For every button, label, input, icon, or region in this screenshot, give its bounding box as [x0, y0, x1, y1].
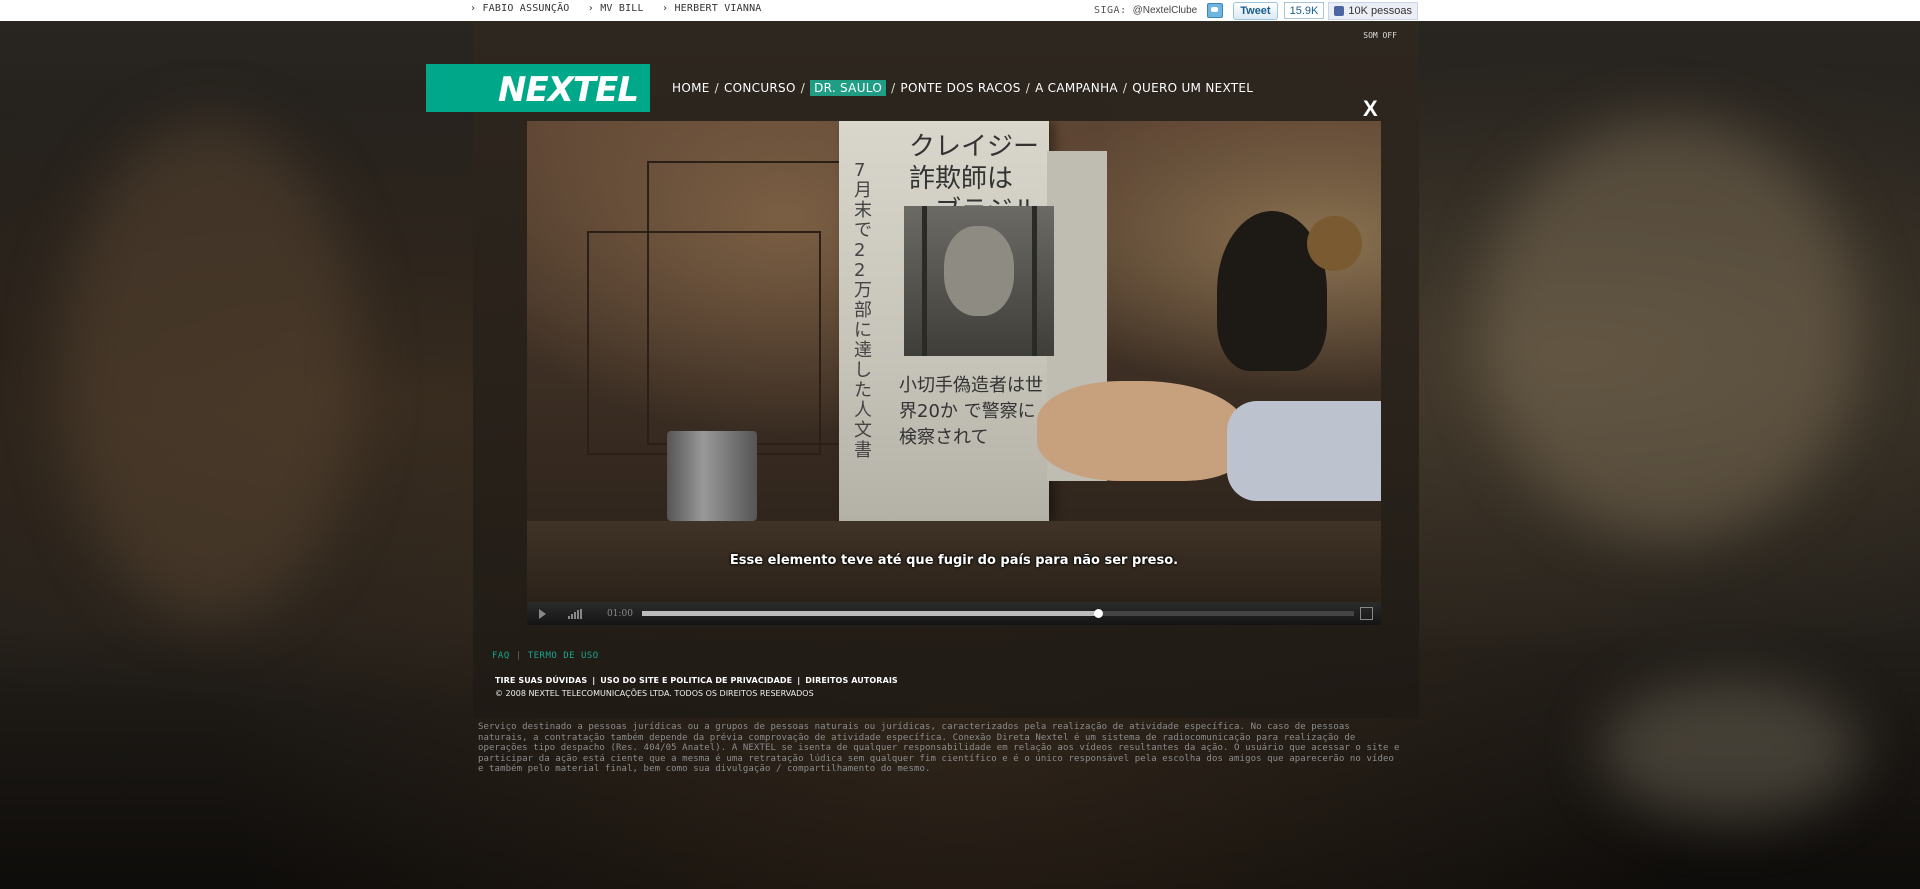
siga-label: SIGA:	[1094, 5, 1127, 16]
jail-bar	[1032, 206, 1037, 356]
tweet-count: 15.9K	[1283, 2, 1325, 19]
footer-link-duvidas[interactable]: TIRE SUAS DÚVIDAS	[495, 676, 587, 685]
progress-fill	[642, 611, 1098, 616]
nav-separator: /	[1122, 81, 1128, 95]
newspaper: クレイジー詐欺師は 、ブラジル人です。 7月末で22万部に達した人文書 小切手偽…	[839, 121, 1107, 521]
video-player[interactable]: クレイジー詐欺師は 、ブラジル人です。 7月末で22万部に達した人文書 小切手偽…	[527, 121, 1381, 602]
hand	[1037, 381, 1247, 481]
nav-a-campanha[interactable]: A CAMPANHA	[1035, 81, 1118, 95]
headline-line: クレイジー詐欺師は	[909, 132, 1040, 194]
newspaper-photo	[904, 206, 1054, 356]
progress-handle[interactable]	[1093, 609, 1103, 618]
monkey-face	[1307, 216, 1362, 271]
celebrity-links: › FABIO ASSUNÇÃO › MV BILL › HERBERT VIA…	[470, 3, 774, 14]
silver-cup	[667, 431, 757, 521]
link-herbert[interactable]: › HERBERT VIANNA	[662, 3, 762, 14]
footer-faq-links: FAQ | TERMO DE USO	[492, 651, 599, 661]
nav-dr-saulo[interactable]: DR. SAULO	[810, 80, 887, 96]
newspaper-vertical-text: 7月末で22万部に達した人文書	[854, 160, 872, 461]
video-subtitle: Esse elemento teve até que fugir do país…	[729, 553, 1179, 568]
link-fabio[interactable]: › FABIO ASSUNÇÃO	[470, 3, 570, 14]
facebook-like-button[interactable]: 10K pessoas	[1328, 1, 1418, 20]
footer-link-privacidade[interactable]: USO DO SITE E POLITICA DE PRIVACIDADE	[600, 676, 792, 685]
video-time: 01:00	[607, 608, 633, 619]
faq-link[interactable]: FAQ	[492, 651, 510, 661]
jail-bar	[922, 206, 927, 356]
nav-separator: /	[891, 81, 896, 95]
volume-icon[interactable]	[568, 608, 583, 619]
link-mv-bill[interactable]: › MV BILL	[588, 3, 644, 14]
shelf-frame	[587, 231, 821, 455]
nav-concurso[interactable]: CONCURSO	[724, 81, 796, 95]
legal-disclaimer: Serviço destinado a pessoas jurídicas ou…	[478, 722, 1400, 774]
nav-ponte-dos-racos[interactable]: PONTE DOS RACOS	[900, 81, 1020, 95]
background-blur	[1480, 120, 1860, 540]
thumbs-up-icon	[1334, 5, 1345, 16]
top-bar: › FABIO ASSUNÇÃO › MV BILL › HERBERT VIA…	[0, 0, 1920, 21]
close-video-button[interactable]: X	[1363, 98, 1378, 120]
nav-quero-um-nextel[interactable]: QUERO UM NEXTEL	[1132, 81, 1253, 95]
video-controls: 01:00	[527, 602, 1381, 625]
newspaper-caption: 小切手偽造者は世界20か で警察に検察されて	[899, 375, 1043, 448]
twitter-icon[interactable]	[1207, 3, 1224, 18]
footer-link-direitos[interactable]: DIREITOS AUTORAIS	[805, 676, 898, 685]
progress-bar[interactable]	[642, 609, 1354, 618]
twitter-handle-link[interactable]: @NextelClube	[1133, 5, 1198, 16]
logo-text: NEXTEL	[498, 70, 639, 110]
main-nav: HOME / CONCURSO / DR. SAULO / PONTE DOS …	[672, 80, 1253, 96]
tweet-button[interactable]: Tweet	[1233, 1, 1278, 20]
copyright: © 2008 NEXTEL TELECOMUNICAÇÕES LTDA. TOD…	[495, 689, 814, 698]
background-blur	[60, 120, 360, 620]
social-bar: SIGA: @NextelClube Tweet 15.9K 10K pesso…	[1094, 1, 1418, 20]
sound-toggle[interactable]: SOM OFF	[1363, 31, 1397, 40]
nav-separator: /	[1025, 81, 1031, 95]
portrait-face	[944, 226, 1014, 316]
footer-links: TIRE SUAS DÚVIDAS | USO DO SITE E POLITICA…	[495, 676, 898, 685]
nav-separator: /	[800, 81, 806, 95]
nav-separator: /	[714, 81, 719, 95]
shirt-sleeve	[1227, 401, 1381, 501]
fullscreen-icon[interactable]	[1360, 607, 1373, 620]
background-blur	[1600, 680, 1860, 820]
nextel-logo[interactable]: NEXTEL	[426, 64, 650, 112]
play-icon[interactable]	[539, 608, 546, 619]
nav-home[interactable]: HOME	[672, 81, 710, 95]
terms-link[interactable]: TERMO DE USO	[528, 651, 599, 661]
tweet-label: Tweet	[1240, 4, 1271, 17]
like-count: 10K pessoas	[1348, 4, 1412, 17]
